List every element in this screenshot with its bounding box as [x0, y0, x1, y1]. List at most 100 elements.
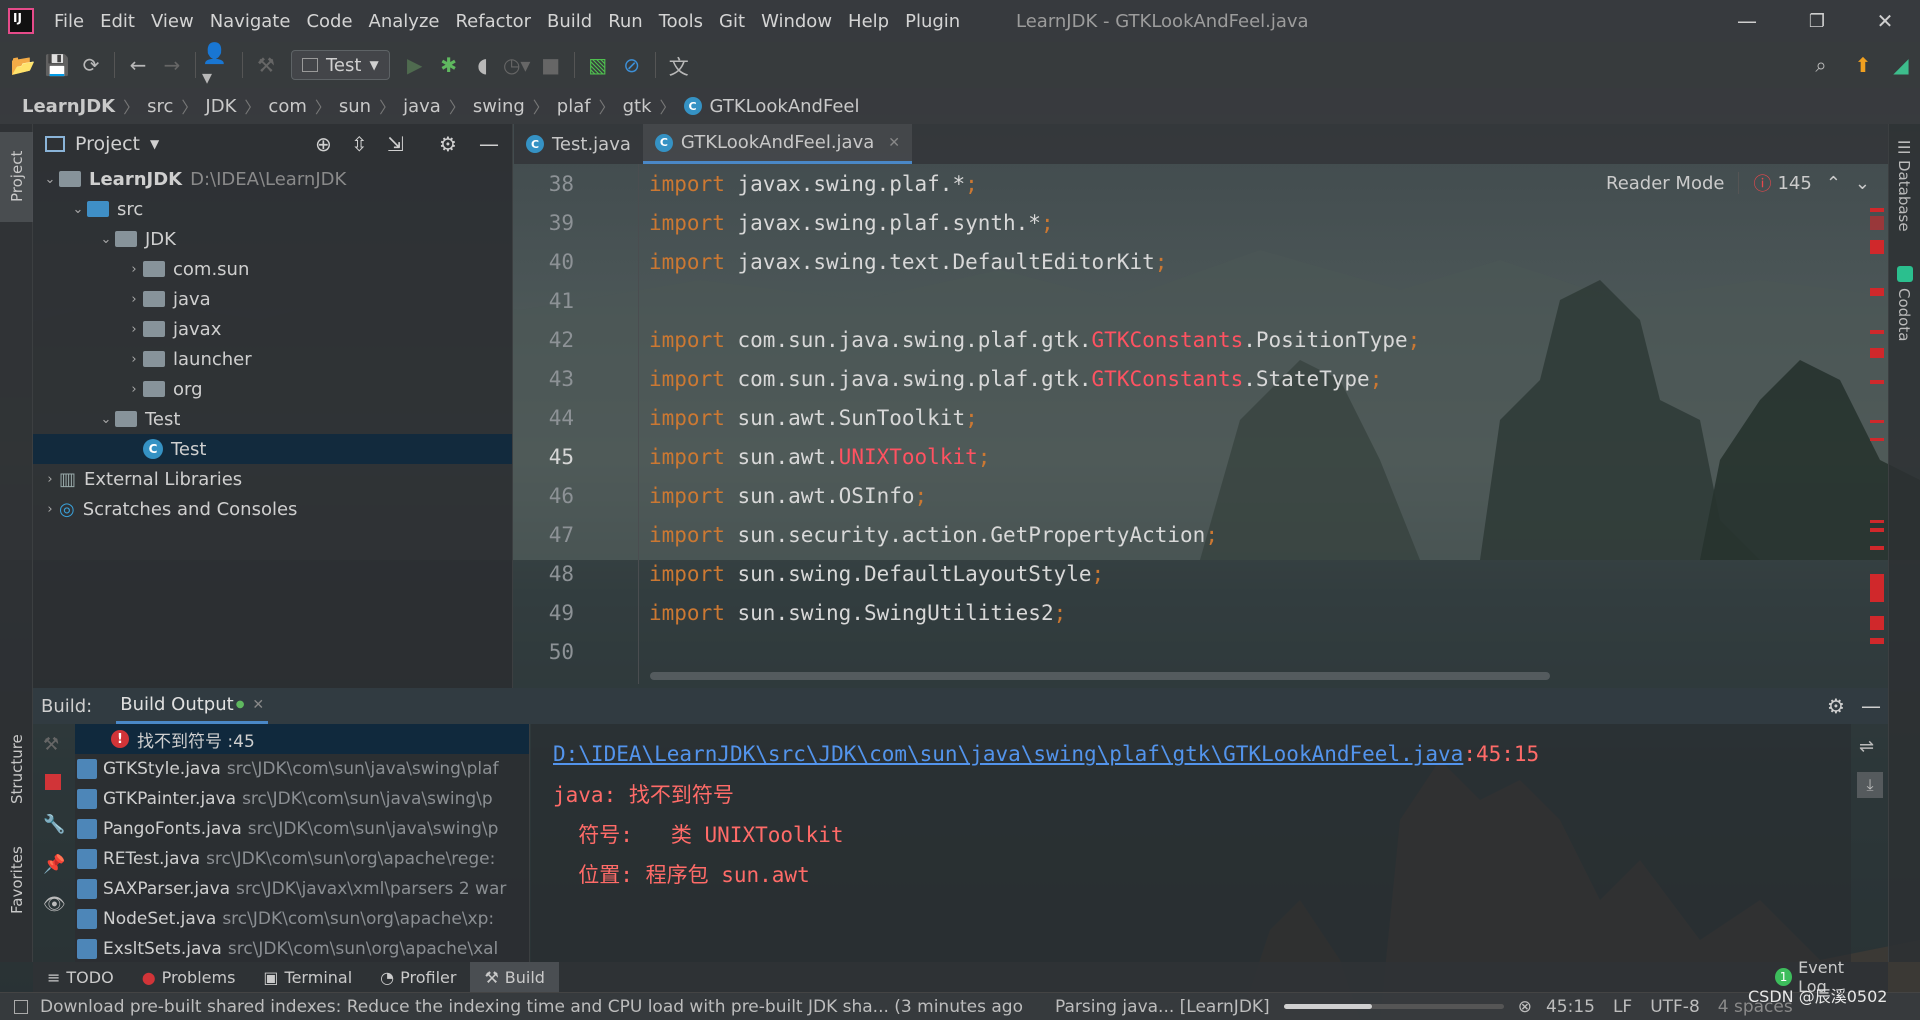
- expand-arrow-icon[interactable]: ›: [125, 352, 143, 367]
- restore-button[interactable]: ❐: [1782, 0, 1852, 42]
- breadcrumb-java[interactable]: java: [399, 96, 445, 117]
- update-icon[interactable]: ⬆: [1846, 48, 1880, 82]
- run-icon[interactable]: ▶: [398, 48, 432, 82]
- breadcrumb-src[interactable]: src: [143, 96, 177, 117]
- horizontal-scrollbar[interactable]: [650, 672, 1550, 680]
- reader-mode-toggle[interactable]: Reader Mode: [1606, 173, 1724, 194]
- favorites-tab[interactable]: Favorites: [8, 846, 26, 914]
- expand-arrow-icon[interactable]: ›: [41, 472, 59, 487]
- gear-icon[interactable]: ⚙: [439, 132, 457, 156]
- project-tool-tab[interactable]: Project: [0, 132, 33, 222]
- database-tab[interactable]: Database: [1895, 160, 1913, 232]
- menu-refactor[interactable]: Refactor: [447, 0, 539, 42]
- layout-toggle-icon[interactable]: [14, 999, 28, 1014]
- build-error-node[interactable]: ! 找不到符号 :45: [75, 724, 529, 754]
- sync-icon[interactable]: ⟳: [74, 48, 108, 82]
- breadcrumb-gtk[interactable]: gtk: [619, 96, 656, 117]
- tree-node[interactable]: › ◎ Scratches and Consoles: [33, 494, 512, 524]
- file-encoding[interactable]: UTF-8: [1650, 997, 1700, 1017]
- search-icon[interactable]: ⌕: [1804, 48, 1838, 82]
- soft-wrap-icon[interactable]: ⇌: [1859, 736, 1874, 757]
- menu-edit[interactable]: Edit: [92, 0, 143, 42]
- caret-position[interactable]: 45:15: [1546, 997, 1595, 1017]
- menu-analyze[interactable]: Analyze: [361, 0, 448, 42]
- wrench-icon[interactable]: 🔧: [43, 814, 65, 835]
- line-separator[interactable]: LF: [1613, 997, 1632, 1017]
- menu-help[interactable]: Help: [840, 0, 897, 42]
- tree-node[interactable]: C Test: [33, 434, 512, 464]
- menu-view[interactable]: View: [143, 0, 202, 42]
- expand-arrow-icon[interactable]: ›: [41, 502, 59, 517]
- breadcrumb-swing[interactable]: swing: [469, 96, 529, 117]
- breadcrumb-plaf[interactable]: plaf: [553, 96, 595, 117]
- tree-node[interactable]: › com.sun: [33, 254, 512, 284]
- run-config-select[interactable]: Test ▼: [291, 50, 390, 80]
- tree-node[interactable]: › javax: [33, 314, 512, 344]
- error-count[interactable]: 145: [1777, 173, 1811, 194]
- error-stripe[interactable]: [1868, 200, 1886, 680]
- menu-plugin[interactable]: Plugin: [897, 0, 968, 42]
- tree-node[interactable]: ⌄ Test: [33, 404, 512, 434]
- tree-node[interactable]: › org: [33, 374, 512, 404]
- build-file-node[interactable]: SAXParser.java src\JDK\javax\xml\parsers …: [75, 874, 529, 904]
- cancel-task-icon[interactable]: ⊗: [1518, 997, 1532, 1017]
- tab-test-java[interactable]: C Test.java: [514, 124, 643, 164]
- locate-target-icon[interactable]: ⊕: [315, 132, 332, 156]
- power-save-icon[interactable]: ⊘: [615, 48, 649, 82]
- minimize-button[interactable]: —: [1712, 0, 1782, 42]
- back-arrow-icon[interactable]: ←: [121, 48, 155, 82]
- build-file-node[interactable]: PangoFonts.java src\JDK\com\sun\java\swin…: [75, 814, 529, 844]
- translate-icon[interactable]: 文: [662, 48, 696, 82]
- breadcrumb-class[interactable]: GTKLookAndFeel: [706, 96, 864, 117]
- tree-node[interactable]: ⌄ src: [33, 194, 512, 224]
- tree-node[interactable]: › ▥ External Libraries: [33, 464, 512, 494]
- expand-all-icon[interactable]: ⇳: [351, 132, 368, 156]
- tab-build[interactable]: ⚒ Build: [470, 962, 559, 992]
- menu-window[interactable]: Window: [753, 0, 840, 42]
- close-window-button[interactable]: ✕: [1850, 0, 1920, 42]
- build-file-node[interactable]: GTKPainter.java src\JDK\com\sun\java\swin…: [75, 784, 529, 814]
- expand-arrow-icon[interactable]: ›: [125, 382, 143, 397]
- expand-arrow-icon[interactable]: ⌄: [97, 232, 115, 247]
- tab-profiler[interactable]: ◔ Profiler: [366, 962, 470, 992]
- close-icon[interactable]: ✕: [888, 135, 900, 151]
- expand-arrow-icon[interactable]: ⌄: [97, 412, 115, 427]
- chevron-down-icon[interactable]: ▼: [150, 137, 159, 151]
- expand-arrow-icon[interactable]: ⌄: [41, 172, 59, 187]
- tab-terminal[interactable]: ▣ Terminal: [249, 962, 366, 992]
- breadcrumb-jdk[interactable]: JDK: [201, 96, 240, 117]
- code-editor[interactable]: import javax.swing.plaf.*; import javax.s…: [649, 164, 1869, 684]
- close-icon[interactable]: ✕: [252, 697, 264, 713]
- tree-node[interactable]: ⌄ JDK: [33, 224, 512, 254]
- status-message[interactable]: Download pre-built shared indexes: Reduc…: [40, 997, 1023, 1017]
- rebuild-hammer-icon[interactable]: ⚒: [43, 734, 59, 755]
- save-all-icon[interactable]: 💾: [40, 48, 74, 82]
- menu-git[interactable]: Git: [711, 0, 753, 42]
- run-with-coverage-icon[interactable]: ◖: [466, 48, 500, 82]
- expand-arrow-icon[interactable]: ›: [125, 262, 143, 277]
- build-file-node[interactable]: GTKStyle.java src\JDK\com\sun\java\swing\…: [75, 754, 529, 784]
- build-output-console[interactable]: D:\IDEA\LearnJDK\src\JDK\com\sun\java\sw…: [531, 724, 1851, 962]
- breadcrumb-sun[interactable]: sun: [335, 96, 375, 117]
- menu-run[interactable]: Run: [600, 0, 651, 42]
- tab-todo[interactable]: ≡ TODO: [33, 962, 128, 992]
- gear-icon[interactable]: ⚙: [1827, 694, 1845, 718]
- jetbrains-toolbox-icon[interactable]: ◢: [1884, 48, 1918, 82]
- breadcrumb-com[interactable]: com: [264, 96, 310, 117]
- build-file-node[interactable]: NodeSet.java src\JDK\com\sun\org\apache\x…: [75, 904, 529, 934]
- tab-problems[interactable]: ● Problems: [128, 962, 250, 992]
- pin-icon[interactable]: 📌: [43, 854, 65, 875]
- tab-gtklookandfeel-java[interactable]: C GTKLookAndFeel.java ✕: [642, 124, 912, 164]
- chevron-up-icon[interactable]: ⌃: [1826, 173, 1841, 194]
- open-folder-icon[interactable]: 📂: [6, 48, 40, 82]
- profile-icon[interactable]: ◷▾: [500, 48, 534, 82]
- build-hammer-icon[interactable]: ⚒: [249, 48, 283, 82]
- menu-file[interactable]: File: [46, 0, 92, 42]
- collapse-all-icon[interactable]: ⇲: [387, 132, 404, 156]
- structure-tab[interactable]: Structure: [8, 734, 26, 804]
- build-file-node[interactable]: ExsltSets.java src\JDK\com\sun\org\apache…: [75, 934, 529, 962]
- expand-arrow-icon[interactable]: ›: [125, 292, 143, 307]
- menu-build[interactable]: Build: [539, 0, 600, 42]
- hide-panel-icon[interactable]: —: [479, 132, 499, 156]
- activity-monitor-icon[interactable]: ▧: [581, 48, 615, 82]
